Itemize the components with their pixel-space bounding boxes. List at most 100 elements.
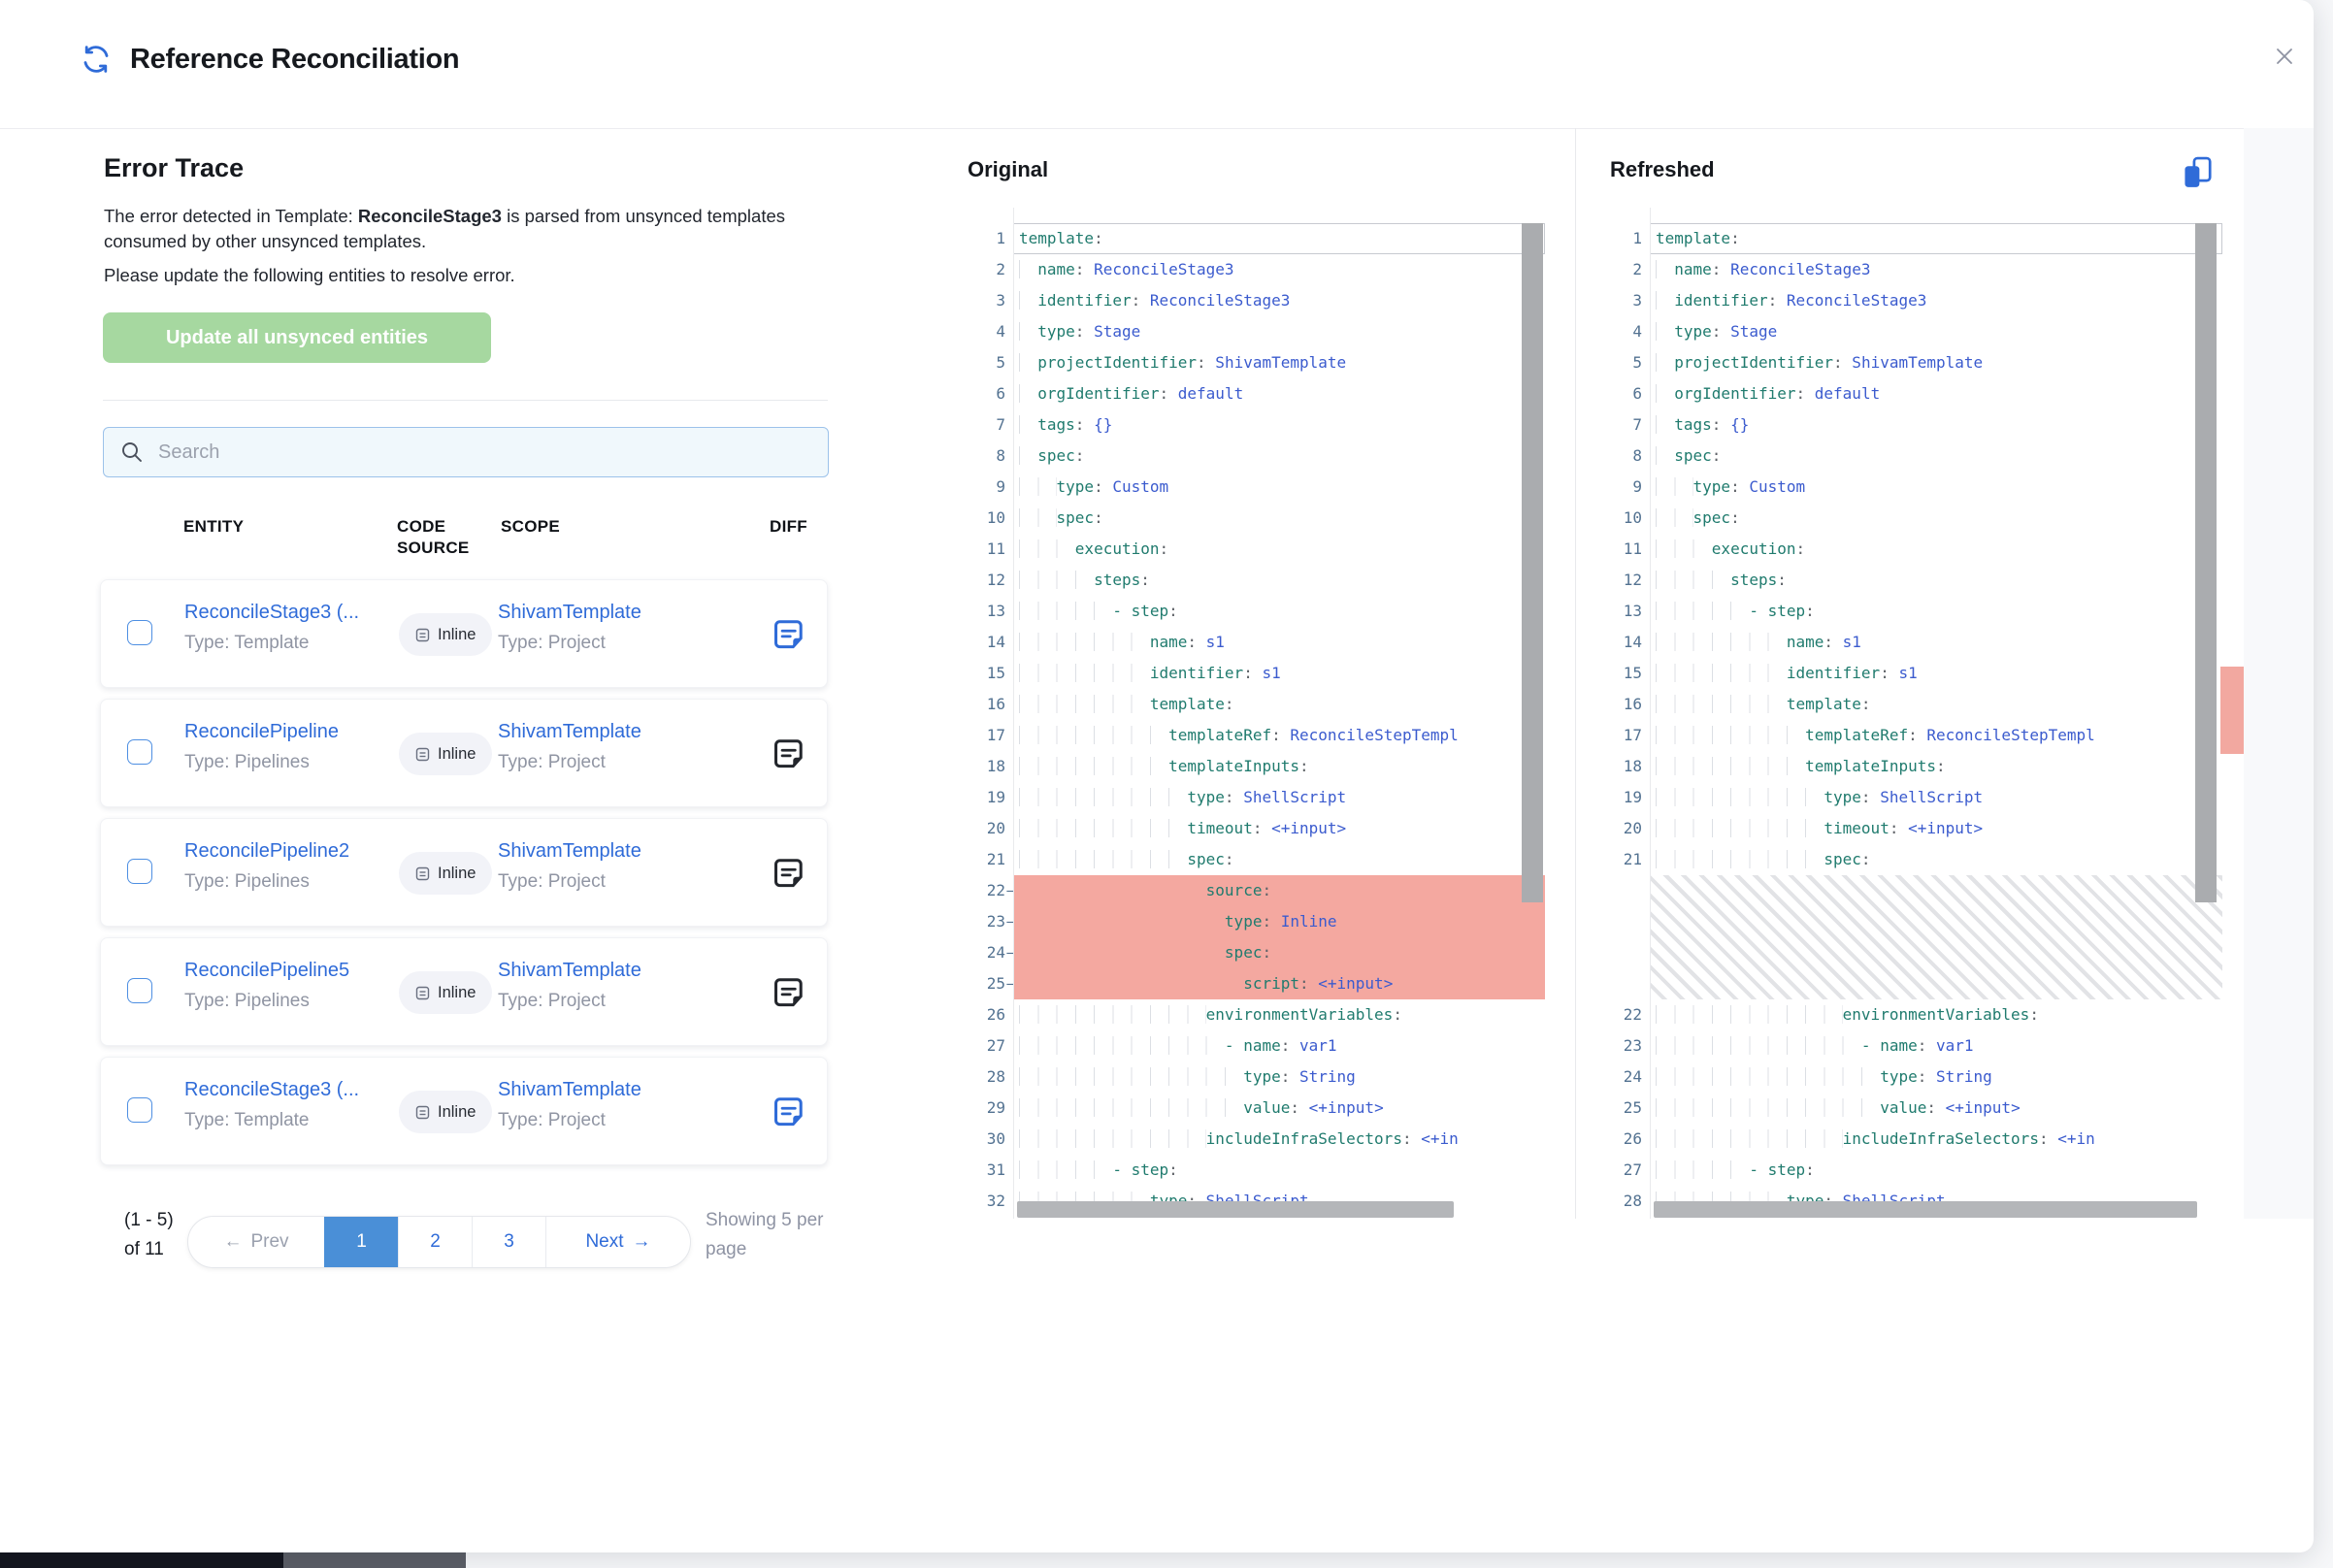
refreshed-gutter-separator: [1650, 208, 1651, 1219]
inline-source-icon: [415, 866, 430, 881]
header-divider: [0, 128, 2314, 129]
diff-icon[interactable]: [772, 851, 817, 896]
original-panel-title: Original: [968, 157, 1048, 182]
scope-link[interactable]: ShivamTemplate: [498, 960, 641, 982]
code-line: 9 type: Custom: [1605, 472, 2222, 503]
code-line: 15 identifier: s1: [969, 658, 1545, 689]
scope-type-label: Type: Project: [498, 991, 606, 1012]
code-line: 13 - step:: [1605, 596, 2222, 627]
code-source-badge: Inline: [399, 852, 492, 895]
code-line: 1template:: [1605, 223, 2222, 254]
column-header-diff: DIFF: [770, 516, 807, 538]
showing-per-page-label: Showing 5 per page: [706, 1206, 832, 1264]
entity-link[interactable]: ReconcilePipeline: [184, 721, 339, 743]
code-line: 27 - step:: [1605, 1155, 2222, 1186]
table-row: ReconcilePipeline5Type: PipelinesInlineS…: [100, 937, 828, 1046]
code-line: 25 value: <+input>: [1605, 1093, 2222, 1124]
code-line: 14 name: s1: [969, 627, 1545, 658]
left-arrow-icon: ←: [223, 1231, 242, 1253]
code-line: 19 type: ShellScript: [1605, 782, 2222, 813]
code-line: 24 type: String: [1605, 1062, 2222, 1093]
page-button-1[interactable]: 1: [324, 1217, 398, 1267]
copy-icon[interactable]: [2180, 151, 2222, 194]
table-row: ReconcileStage3 (...Type: TemplateInline…: [100, 1057, 828, 1165]
code-line: 22– source:: [969, 875, 1545, 906]
close-icon[interactable]: [2265, 37, 2304, 76]
page-button-2[interactable]: 2: [398, 1217, 472, 1267]
entity-type-label: Type: Pipelines: [184, 991, 310, 1012]
code-line: 7 tags: {}: [969, 409, 1545, 441]
diff-icon[interactable]: [772, 970, 817, 1015]
entity-link[interactable]: ReconcileStage3 (...: [184, 1079, 359, 1101]
original-vertical-scrollbar[interactable]: [1522, 223, 1543, 902]
code-line: 20 timeout: <+input>: [1605, 813, 2222, 844]
refreshed-code-panel: 1template:2 name: ReconcileStage33 ident…: [1605, 208, 2222, 1219]
row-checkbox[interactable]: [127, 1097, 152, 1123]
diff-icon[interactable]: [772, 732, 817, 776]
code-line: 1template:: [969, 223, 1545, 254]
code-line: 8 spec:: [969, 441, 1545, 472]
inline-source-icon: [415, 628, 430, 642]
original-code-panel: 1template:2 name: ReconcileStage33 ident…: [969, 208, 1545, 1219]
code-line: 26 includeInfraSelectors: <+in: [1605, 1124, 2222, 1155]
scope-link[interactable]: ShivamTemplate: [498, 721, 641, 743]
row-checkbox[interactable]: [127, 978, 152, 1003]
update-all-unsynced-entities-button[interactable]: Update all unsynced entities: [103, 312, 491, 363]
error-description-line2: Please update the following entities to …: [104, 265, 789, 286]
row-checkbox[interactable]: [127, 739, 152, 765]
inline-source-icon: [415, 986, 430, 1000]
code-line: 18 templateInputs:: [1605, 751, 2222, 782]
entity-type-label: Type: Pipelines: [184, 871, 310, 893]
original-gutter-separator: [1013, 208, 1014, 1219]
error-trace-heading: Error Trace: [104, 153, 244, 183]
page-button-3[interactable]: 3: [472, 1217, 545, 1267]
original-horizontal-scrollbar[interactable]: [1017, 1201, 1454, 1218]
code-line: 13 - step:: [969, 596, 1545, 627]
sync-icon: [80, 43, 113, 76]
code-line: 24– spec:: [969, 937, 1545, 968]
scope-type-label: Type: Project: [498, 633, 606, 654]
refreshed-vertical-scrollbar[interactable]: [2195, 223, 2217, 902]
code-source-badge: Inline: [399, 733, 492, 775]
search-input[interactable]: [156, 441, 812, 465]
code-line: 17 templateRef: ReconcileStepTempl: [1605, 720, 2222, 751]
code-line: 23– type: Inline: [969, 906, 1545, 937]
code-line: 28 type: String: [969, 1062, 1545, 1093]
code-line: 6 orgIdentifier: default: [1605, 378, 2222, 409]
row-checkbox[interactable]: [127, 859, 152, 884]
dialog-title: Reference Reconciliation: [130, 44, 459, 76]
entity-link[interactable]: ReconcilePipeline5: [184, 960, 349, 982]
code-line: 25– script: <+input>: [969, 968, 1545, 999]
pagination-range-label: (1 - 5) of 11: [124, 1206, 188, 1264]
prev-page-button[interactable]: ← Prev: [188, 1217, 324, 1267]
code-line: 4 type: Stage: [969, 316, 1545, 347]
code-line: 10 spec:: [969, 503, 1545, 534]
entity-link[interactable]: ReconcileStage3 (...: [184, 602, 359, 624]
row-checkbox[interactable]: [127, 620, 152, 645]
refreshed-horizontal-scrollbar[interactable]: [1654, 1201, 2197, 1218]
scope-link[interactable]: ShivamTemplate: [498, 1079, 641, 1101]
code-line: 27 - name: var1: [969, 1030, 1545, 1062]
column-header-scope: SCOPE: [501, 516, 560, 538]
scope-link[interactable]: ShivamTemplate: [498, 840, 641, 863]
code-line: 11 execution:: [969, 534, 1545, 565]
overview-ruler-track: [2244, 128, 2314, 1219]
code-line: 14 name: s1: [1605, 627, 2222, 658]
diff-overview-marker: [2220, 667, 2244, 754]
diff-icon[interactable]: [772, 1090, 817, 1134]
next-page-button[interactable]: Next →: [545, 1217, 690, 1267]
entity-link[interactable]: ReconcilePipeline2: [184, 840, 349, 863]
code-line: 19 type: ShellScript: [969, 782, 1545, 813]
scope-type-label: Type: Project: [498, 1110, 606, 1131]
code-line: 9 type: Custom: [969, 472, 1545, 503]
diff-icon[interactable]: [772, 612, 817, 657]
reference-reconciliation-dialog: Reference Reconciliation Error Trace The…: [0, 0, 2314, 1552]
section-divider: [103, 400, 828, 401]
background-window-bar-gray: [283, 1552, 466, 1568]
scope-link[interactable]: ShivamTemplate: [498, 602, 641, 624]
code-line: 17 templateRef: ReconcileStepTempl: [969, 720, 1545, 751]
code-line: 30 includeInfraSelectors: <+in: [969, 1124, 1545, 1155]
code-line: 2 name: ReconcileStage3: [969, 254, 1545, 285]
refreshed-panel-title: Refreshed: [1610, 157, 1715, 182]
entity-type-label: Type: Template: [184, 1110, 310, 1131]
